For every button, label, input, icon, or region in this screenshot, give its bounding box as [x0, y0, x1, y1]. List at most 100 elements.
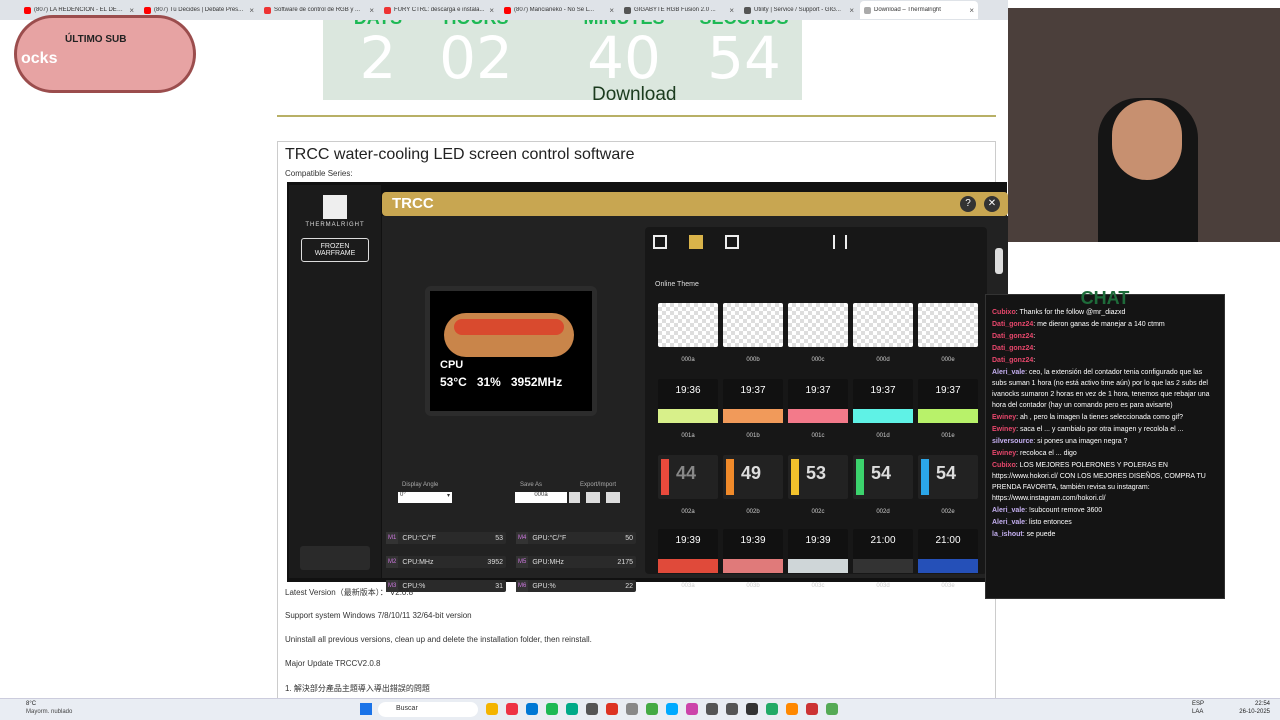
close-tab-icon[interactable]: ×	[249, 6, 254, 15]
theme-label: 002c	[811, 509, 825, 515]
theme-thumbnail[interactable]	[658, 303, 718, 347]
metric-row-m4[interactable]: M4 GPU:°C/°F 50	[516, 532, 636, 544]
export-icon[interactable]	[586, 492, 600, 503]
browser-tab[interactable]: Software de control de RGB y ... ×	[260, 1, 378, 19]
browser-tab[interactable]: (807) Mancianeko - No Se L... ×	[500, 1, 618, 19]
theme-thumbnail[interactable]: 19:39	[658, 529, 718, 573]
close-tab-icon[interactable]: ×	[729, 6, 734, 15]
browser-tab[interactable]: Download – Thermalright ×	[860, 1, 978, 19]
taskbar-app-icon[interactable]	[506, 703, 518, 715]
theme-number: 49	[741, 463, 762, 483]
hours-value: 02	[439, 24, 513, 92]
save-icon[interactable]	[569, 492, 580, 503]
theme-thumbnail[interactable]: 44	[658, 455, 718, 499]
theme-thumbnail[interactable]	[918, 303, 978, 347]
days-value: 2	[359, 24, 397, 92]
major-update: Major Update TRCCV2.0.8	[285, 659, 381, 668]
taskbar-app-icon[interactable]	[666, 703, 678, 715]
metric-name: CPU:°C/°F	[402, 534, 436, 542]
theme-thumbnail[interactable]: 53	[788, 455, 848, 499]
close-tab-icon[interactable]: ×	[609, 6, 614, 15]
product-button[interactable]: FROZEN WARFRAME	[301, 238, 369, 262]
chat-text: : recoloca el ... digo	[1016, 450, 1077, 457]
cloud-theme-icon[interactable]	[689, 235, 703, 249]
taskbar-app-icon[interactable]	[626, 703, 638, 715]
browser-tab[interactable]: GIGABYTE RGB Fusion 2.0 ... ×	[620, 1, 738, 19]
theme-thumbnail[interactable]: 19:36	[658, 379, 718, 423]
preview-freq: 3952MHz	[510, 375, 563, 389]
metric-row-m2[interactable]: M2 CPU:MHz 3952	[386, 556, 506, 568]
theme-label: 000c	[811, 357, 825, 363]
metric-row-m1[interactable]: M1 CPU:°C/°F 53	[386, 532, 506, 544]
close-tab-icon[interactable]: ×	[129, 6, 134, 15]
theme-time: 19:36	[675, 385, 701, 396]
theme-thumbnail[interactable]	[853, 303, 913, 347]
close-tab-icon[interactable]: ×	[489, 6, 494, 15]
clock-time[interactable]: 22:54	[1230, 701, 1270, 707]
weather-temp: 8°C	[26, 701, 37, 707]
tab-favicon-icon	[144, 6, 151, 14]
theme-thumbnail[interactable]: 19:39	[723, 529, 783, 573]
close-tab-icon[interactable]: ×	[969, 6, 974, 15]
theme-thumbnail[interactable]: 19:37	[723, 379, 783, 423]
taskbar-app-icon[interactable]	[606, 703, 618, 715]
theme-thumbnail[interactable]: 21:00	[853, 529, 913, 573]
taskbar-app-icon[interactable]	[766, 703, 778, 715]
taskbar: 8°C Mayorm. nublado Buscar ESP LAA 22:54…	[0, 698, 1280, 720]
taskbar-app-icon[interactable]	[746, 703, 758, 715]
theme-thumbnail[interactable]: 49	[723, 455, 783, 499]
chat-text: : !subcount remove 3600	[1025, 507, 1103, 514]
metric-row-m5[interactable]: M5 GPU:MHz 2175	[516, 556, 636, 568]
theme-thumbnail[interactable]	[723, 303, 783, 347]
theme-thumbnail[interactable]	[788, 303, 848, 347]
taskbar-app-icon[interactable]	[486, 703, 498, 715]
start-icon[interactable]	[360, 703, 372, 715]
theme-time: 19:37	[805, 385, 831, 396]
taskbar-app-icon[interactable]	[726, 703, 738, 715]
browser-tab[interactable]: Utility | Service / Support - GIG... ×	[740, 1, 858, 19]
taskbar-app-icon[interactable]	[646, 703, 658, 715]
metric-value: 22	[625, 582, 633, 590]
save-as-input[interactable]: 000a	[515, 492, 567, 503]
lang-layout[interactable]: LAA	[1192, 709, 1203, 715]
taskbar-app-icon[interactable]	[526, 703, 538, 715]
settings-sliders-icon[interactable]	[833, 235, 847, 249]
close-icon[interactable]: ✕	[984, 196, 1000, 212]
metric-row-m6[interactable]: M6 GPU:% 22	[516, 580, 636, 592]
theme-toolbar	[653, 235, 847, 249]
theme-thumbnail[interactable]: 21:00	[918, 529, 978, 573]
clock-date[interactable]: 26-10-2025	[1230, 709, 1270, 715]
taskbar-app-icon[interactable]	[546, 703, 558, 715]
divider	[277, 115, 996, 117]
sidebar-footer-button[interactable]	[300, 546, 370, 570]
theme-thumbnail[interactable]: 19:37	[853, 379, 913, 423]
theme-thumbnail[interactable]: 19:37	[918, 379, 978, 423]
download-heading[interactable]: Download	[592, 84, 677, 106]
taskbar-app-icon[interactable]	[826, 703, 838, 715]
taskbar-app-icon[interactable]	[586, 703, 598, 715]
theme-thumbnail[interactable]: 19:37	[788, 379, 848, 423]
browser-tab[interactable]: FURY CTRL: descarga e instala... ×	[380, 1, 498, 19]
taskbar-app-icon[interactable]	[786, 703, 798, 715]
theme-scrollbar[interactable]	[995, 248, 1003, 274]
theme-thumbnail[interactable]: 19:39	[788, 529, 848, 573]
theme-thumbnail[interactable]: 54	[853, 455, 913, 499]
close-tab-icon[interactable]: ×	[849, 6, 854, 15]
lcd-preview: CPU 53°C 31% 3952MHz	[430, 291, 592, 411]
tab-label: (807) Tú Decides | Debate Pres...	[154, 7, 244, 13]
seconds-value: 54	[707, 24, 781, 92]
local-theme-icon[interactable]	[653, 235, 667, 249]
help-icon[interactable]: ?	[960, 196, 976, 212]
image-icon[interactable]	[725, 235, 739, 249]
lang-code[interactable]: ESP	[1192, 701, 1204, 707]
import-icon[interactable]	[606, 492, 620, 503]
theme-thumbnail[interactable]: 54	[918, 455, 978, 499]
taskbar-app-icon[interactable]	[566, 703, 578, 715]
taskbar-app-icon[interactable]	[686, 703, 698, 715]
taskbar-app-icon[interactable]	[806, 703, 818, 715]
close-tab-icon[interactable]: ×	[369, 6, 374, 15]
theme-panel: Online Theme 000a 000b 000c 000d 000e 19:36 00…	[645, 227, 987, 589]
taskbar-app-icon[interactable]	[706, 703, 718, 715]
display-angle-select[interactable]: 0° ▾	[398, 492, 452, 503]
search-box[interactable]: Buscar	[378, 702, 478, 717]
